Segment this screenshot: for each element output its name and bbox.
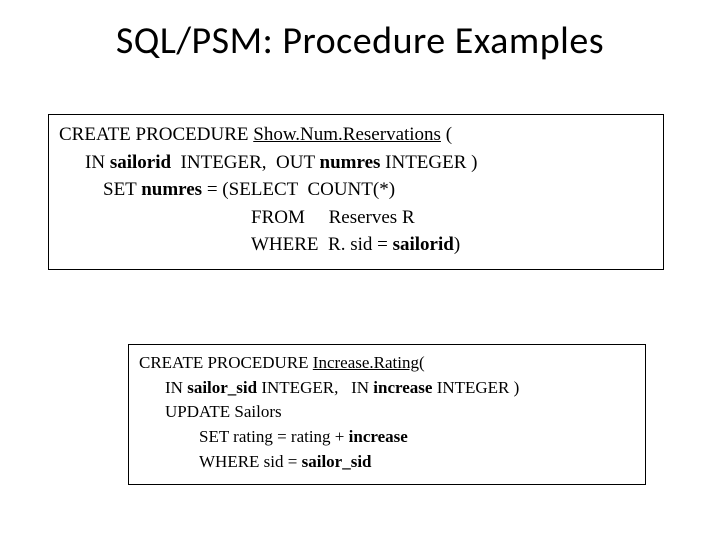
text: = (SELECT COUNT(*) xyxy=(202,179,395,200)
code-line: FROM Reserves R xyxy=(251,204,653,232)
code-line: SET rating = rating + increase xyxy=(199,425,635,450)
text: UPDATE Sailors xyxy=(165,402,282,421)
text: INTEGER ) xyxy=(432,378,519,397)
text: CREATE PROCEDURE xyxy=(59,124,253,145)
text: ( xyxy=(441,124,452,145)
text: WHERE R. sid = xyxy=(251,234,393,255)
param: sailorid xyxy=(393,234,454,255)
code-line: WHERE sid = sailor_sid xyxy=(199,450,635,475)
text: FROM Reserves R xyxy=(251,207,415,228)
text: ( xyxy=(419,353,425,372)
param: increase xyxy=(349,427,408,446)
code-box-1: CREATE PROCEDURE Show.Num.Reservations (… xyxy=(48,114,664,270)
text: IN xyxy=(165,378,187,397)
text: INTEGER, OUT xyxy=(171,152,319,173)
code-line: IN sailor_sid INTEGER, IN increase INTEG… xyxy=(165,376,635,401)
code-line: CREATE PROCEDURE Increase.Rating( xyxy=(139,351,635,376)
param: numres xyxy=(320,152,381,173)
code-line: IN sailorid INTEGER, OUT numres INTEGER … xyxy=(85,149,653,177)
text: IN xyxy=(85,152,110,173)
param: numres xyxy=(141,179,202,200)
page-title: SQL/PSM: Procedure Examples xyxy=(0,18,720,64)
text: INTEGER, IN xyxy=(257,378,373,397)
param: sailorid xyxy=(110,152,171,173)
code-line: CREATE PROCEDURE Show.Num.Reservations ( xyxy=(59,121,653,149)
text: SET xyxy=(103,179,141,200)
code-line: SET numres = (SELECT COUNT(*) xyxy=(103,176,653,204)
text: WHERE sid = xyxy=(199,452,302,471)
param: sailor_sid xyxy=(187,378,257,397)
code-box-2: CREATE PROCEDURE Increase.Rating( IN sai… xyxy=(128,344,646,485)
code-line: UPDATE Sailors xyxy=(165,400,635,425)
text: SET rating = rating + xyxy=(199,427,349,446)
code-line: WHERE R. sid = sailorid) xyxy=(251,231,653,259)
proc-name: Show.Num.Reservations xyxy=(253,124,441,145)
text: ) xyxy=(454,234,460,255)
text: CREATE PROCEDURE xyxy=(139,353,313,372)
proc-name: Increase.Rating xyxy=(313,353,419,372)
param: sailor_sid xyxy=(302,452,372,471)
text: INTEGER ) xyxy=(380,152,477,173)
param: increase xyxy=(373,378,432,397)
